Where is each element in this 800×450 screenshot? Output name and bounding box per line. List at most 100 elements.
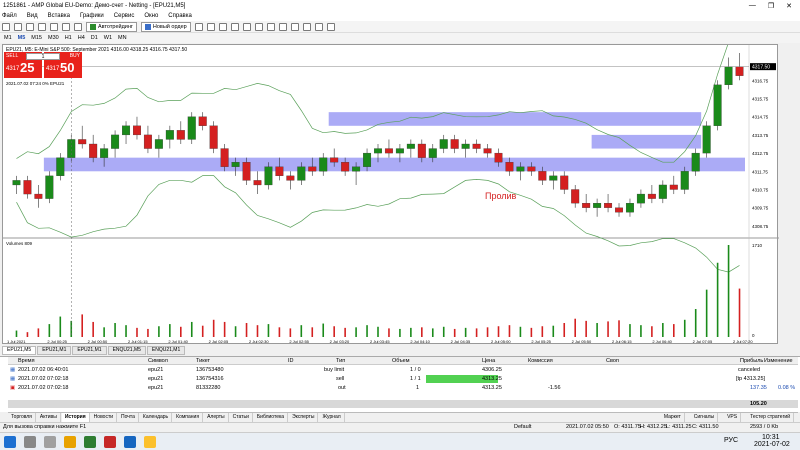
language-indicator[interactable]: РУС	[724, 437, 738, 445]
history-row[interactable]: ▣ 2021.07.02 07:02:18 epu21 81332280 out…	[8, 384, 798, 392]
vps-button[interactable]: VPS	[724, 413, 742, 422]
tab-alerts[interactable]: Алерты	[204, 413, 229, 422]
tf-m5[interactable]: M5	[18, 35, 26, 41]
chart-tab-enqu21-m1[interactable]: ENQU21,M1	[146, 346, 186, 355]
terminal-icon[interactable]	[84, 436, 96, 448]
candle-body	[78, 139, 87, 145]
autotrading-button[interactable]: Автотрейдинг	[86, 21, 137, 32]
tab-news[interactable]: Новости	[91, 413, 118, 422]
chart-tab-epu21-m1[interactable]: EPU21,M1	[37, 346, 72, 355]
zoom-in-icon[interactable]	[242, 22, 251, 31]
history-row[interactable]: ▦ 2021.07.02 06:40:01 epu21 136753480 bu…	[8, 366, 798, 374]
tab-assets[interactable]: Активы	[37, 413, 61, 422]
chart-tab-epu21-m1-2[interactable]: EPU21,M1	[72, 346, 107, 355]
tab-experts[interactable]: Эксперты	[289, 413, 319, 422]
horizontal-line-icon[interactable]	[302, 22, 311, 31]
tab-history[interactable]: История	[61, 413, 90, 422]
data-window-icon[interactable]	[38, 22, 46, 31]
tf-m1[interactable]: M1	[4, 35, 12, 41]
col-time[interactable]: Время	[18, 357, 35, 365]
tf-h1[interactable]: H1	[65, 35, 72, 41]
signals-button[interactable]: Сигналы	[691, 413, 719, 422]
chart-tab-epu21-m5[interactable]: EPU21,M5	[2, 346, 37, 355]
menu-help[interactable]: Справка	[168, 13, 192, 19]
toolbox-icon[interactable]	[62, 22, 70, 31]
time-tick-label: 2 Jul 07:20	[733, 339, 753, 344]
tab-company[interactable]: Компания	[173, 413, 204, 422]
new-order-button[interactable]: Новый ордер	[140, 21, 191, 32]
market-button[interactable]: Маркет	[661, 413, 685, 422]
app-icon[interactable]	[104, 436, 116, 448]
navigator-icon[interactable]	[50, 22, 58, 31]
tf-m15[interactable]: M15	[31, 35, 42, 41]
menu-view[interactable]: Вид	[27, 13, 38, 19]
tab-calendar[interactable]: Календарь	[140, 413, 173, 422]
tf-d1[interactable]: D1	[91, 35, 98, 41]
line-chart-icon[interactable]	[206, 22, 215, 31]
tab-articles[interactable]: Статьи	[230, 413, 253, 422]
new-chart-icon[interactable]	[2, 22, 10, 31]
annotation-label: Пролив	[485, 191, 517, 201]
strategy-tester-icon[interactable]	[74, 22, 82, 31]
market-watch-icon[interactable]	[26, 22, 34, 31]
menu-insert[interactable]: Вставка	[48, 13, 70, 19]
trendline-icon[interactable]	[314, 22, 323, 31]
tile-icon[interactable]	[266, 22, 275, 31]
chart-canvas[interactable]: 4317.50 4316.75 4315.75 4314.75 4313.75 4312.…	[3, 45, 779, 345]
search-icon[interactable]	[24, 436, 36, 448]
menu-tools[interactable]: Сервис	[114, 13, 135, 19]
one-click-trading-panel: SELL 4317 25 1 BUY 4317 50	[4, 52, 82, 78]
col-volume[interactable]: Объем	[392, 357, 410, 365]
tab-trade[interactable]: Торговля	[8, 413, 36, 422]
close-icon[interactable]: ✕	[786, 2, 792, 10]
chart-tab-enqu21-m5[interactable]: ENQU21,M5	[107, 346, 146, 355]
menu-file[interactable]: Файл	[2, 13, 17, 19]
bars-icon[interactable]	[230, 22, 239, 31]
row-type: buy limit	[324, 367, 345, 373]
col-price[interactable]: Цена	[482, 357, 495, 365]
vertical-line-icon[interactable]	[290, 22, 299, 31]
strategy-tester-button[interactable]: Тестер стратегий	[747, 413, 794, 422]
tab-journal[interactable]: Журнал	[319, 413, 345, 422]
col-ticket[interactable]: Тикет	[196, 357, 210, 365]
maximize-icon[interactable]: ❐	[768, 2, 774, 10]
col-profit[interactable]: Прибыль	[740, 357, 763, 365]
crosshair-icon[interactable]	[278, 22, 287, 31]
explorer-icon[interactable]	[64, 436, 76, 448]
col-commission[interactable]: Комиссия	[528, 357, 553, 365]
tf-mn[interactable]: MN	[118, 35, 127, 41]
text-icon[interactable]	[326, 22, 335, 31]
col-swap[interactable]: Своп	[606, 357, 619, 365]
history-row[interactable]: ▦ 2021.07.02 07:02:18 epu21 136754316 se…	[8, 375, 798, 383]
buy-sell-icon[interactable]	[194, 22, 203, 31]
clock-date[interactable]: 2021-07-02	[754, 441, 790, 449]
volume-input[interactable]: 1	[26, 53, 60, 60]
tf-m30[interactable]: M30	[48, 35, 59, 41]
start-icon[interactable]	[4, 436, 16, 448]
status-profile[interactable]: Default	[514, 423, 531, 431]
col-change[interactable]: Изменение	[764, 357, 793, 365]
col-id[interactable]: ID	[288, 357, 294, 365]
col-type[interactable]: Тип	[336, 357, 345, 365]
candles-icon[interactable]	[218, 22, 227, 31]
app-icon-2[interactable]	[124, 436, 136, 448]
history-total-row: 105.20	[8, 400, 798, 408]
toolbar: Автотрейдинг Новый ордер	[0, 21, 800, 33]
tf-h4[interactable]: H4	[78, 35, 85, 41]
profiles-icon[interactable]	[14, 22, 22, 31]
row-volume: 1 / 0	[410, 367, 421, 373]
task-view-icon[interactable]	[44, 436, 56, 448]
chart-window[interactable]: 4317.50 4316.75 4315.75 4314.75 4313.75 4312.…	[2, 44, 779, 345]
menu-window[interactable]: Окно	[144, 13, 158, 19]
tf-w1[interactable]: W1	[104, 35, 112, 41]
minimize-icon[interactable]: —	[749, 2, 756, 10]
candle-body	[198, 116, 207, 126]
time-tick-label: 2 Jul 02:30	[249, 339, 269, 344]
chrome-icon[interactable]	[144, 436, 156, 448]
candle-body	[176, 130, 185, 140]
col-symbol[interactable]: Символ	[148, 357, 168, 365]
zoom-out-icon[interactable]	[254, 22, 263, 31]
tab-library[interactable]: Библиотека	[254, 413, 289, 422]
tab-mail[interactable]: Почта	[118, 413, 139, 422]
menu-charts[interactable]: Графики	[80, 13, 104, 19]
